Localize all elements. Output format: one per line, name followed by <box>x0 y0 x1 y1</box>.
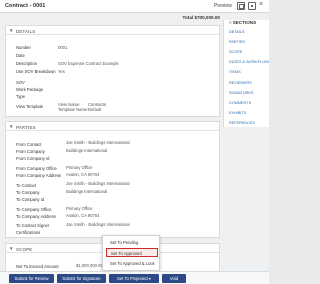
page-header: Contract - 0001 Preview × <box>0 0 269 13</box>
void-button[interactable]: Void <box>162 274 186 283</box>
template-name-value: Default <box>88 107 102 112</box>
field-label: Type <box>16 94 26 99</box>
field-value: Avalon, CA 90704 <box>66 213 100 218</box>
field-label: To Contact Signer <box>16 223 50 228</box>
field-label: From Contact <box>16 142 42 147</box>
field-label: From Company <box>16 149 45 154</box>
details-section-header[interactable]: ▼ DETAILS <box>6 26 219 35</box>
field-label: Use SOV Breakdown <box>16 69 56 74</box>
details-section: ▼ DETAILS Number 0001 Date Description S… <box>5 25 220 117</box>
field-value: Avalon, CA 90704 <box>66 172 100 177</box>
field-label: Not To Exceed Amount <box>16 264 59 269</box>
field-label: SOV <box>16 80 25 85</box>
field-label: To Company Id <box>16 197 45 202</box>
template-name-label: Template Name: <box>58 107 89 112</box>
field-label: To Company <box>16 190 40 195</box>
nav-item-items[interactable]: ITEMS <box>229 70 241 74</box>
field-label: Certifications <box>16 230 41 235</box>
print-icon[interactable] <box>248 2 256 10</box>
nav-item-reviewers[interactable]: REVIEWERS <box>229 81 252 85</box>
preview-link[interactable]: Preview <box>214 3 232 9</box>
contract-window: Contract - 0001 Preview × Total $700,000… <box>0 0 269 284</box>
field-value: Yes <box>58 69 65 74</box>
chevron-left-icon[interactable]: < <box>229 20 232 25</box>
field-label: To Company Office <box>16 207 52 212</box>
submit-for-signature-button[interactable]: Submit for Signature <box>57 274 106 283</box>
field-label: Number <box>16 45 31 50</box>
field-value: Joe Smith - Buildings International <box>66 140 130 145</box>
field-label: Work Package <box>16 87 44 92</box>
scope-section-title: SCOPE <box>16 246 33 252</box>
details-section-title: DETAILS <box>16 28 36 34</box>
submit-for-review-button[interactable]: Submit for Review <box>9 274 54 283</box>
field-value: 0001 <box>58 45 68 50</box>
set-to-projected-label: Set To Projected <box>117 276 148 281</box>
chevron-down-icon[interactable]: ▼ <box>9 124 13 129</box>
sections-nav: <SECTIONS DETAILS PARTIES SCOPE DATES & … <box>223 20 269 127</box>
field-label: From Company Office <box>16 166 57 171</box>
sections-nav-title: SECTIONS <box>232 20 257 25</box>
view-template-label: View Template <box>16 104 44 109</box>
parties-section-title: PARTIES <box>16 124 36 130</box>
field-label: Description <box>16 61 37 66</box>
nav-item-parties[interactable]: PARTIES <box>229 40 245 44</box>
chevron-down-icon[interactable]: ▼ <box>9 28 13 33</box>
menu-item-set-to-approved-lock[interactable]: Set To Approved & Lock <box>106 259 158 268</box>
menu-item-set-to-pending[interactable]: Set To Pending <box>106 238 158 247</box>
page-title: Contract - 0001 <box>5 3 46 9</box>
nav-item-scope[interactable]: SCOPE <box>229 50 242 54</box>
nav-item-exhibits[interactable]: EXHIBITS <box>229 111 246 115</box>
field-value: Buildings International <box>66 189 108 194</box>
action-bar: Submit for Review Submit for Signature S… <box>0 271 269 284</box>
close-icon[interactable]: × <box>259 1 263 8</box>
field-value: SOV Expense Contract Example <box>58 61 119 66</box>
nav-item-references[interactable]: REFERENCES <box>229 121 255 125</box>
field-label: To Company Address <box>16 214 56 219</box>
nav-item-dates-workflow[interactable]: DATES & WORKFLOW <box>229 60 269 64</box>
field-value: Buildings International <box>66 148 108 153</box>
field-label: From Company Id <box>16 156 50 161</box>
nav-item-comments[interactable]: COMMENTS <box>229 101 251 105</box>
field-label: From Company Address <box>16 173 62 178</box>
nav-item-signatures[interactable]: SIGNATURES <box>229 91 253 95</box>
menu-item-set-to-approved[interactable]: Set To Approved <box>106 248 158 257</box>
field-value: Joe Smith - Buildings International <box>66 181 130 186</box>
field-value: $1,000,000.00 <box>76 263 103 268</box>
status-dropdown-menu: Set To Pending Set To Approved Set To Ap… <box>102 235 160 271</box>
field-value: Primary Office <box>66 206 93 211</box>
set-to-projected-button[interactable]: Set To Projected ▾ <box>109 274 159 283</box>
field-label: To Contact <box>16 183 37 188</box>
field-value: Primary Office <box>66 165 93 170</box>
parties-section: ▼ PARTIES From Contact Joe Smith - Build… <box>5 121 220 238</box>
sections-nav-heading[interactable]: <SECTIONS <box>229 20 256 25</box>
popout-icon[interactable] <box>237 2 245 10</box>
chevron-down-icon: ▾ <box>148 276 151 281</box>
chevron-down-icon[interactable]: ▼ <box>9 246 13 251</box>
field-label: Date <box>16 53 25 58</box>
nav-item-details[interactable]: DETAILS <box>229 30 245 34</box>
parties-section-header[interactable]: ▼ PARTIES <box>6 122 219 131</box>
contract-total: Total $700,000.00 <box>182 15 220 20</box>
field-value: Joe Smith - Buildings International <box>66 222 130 227</box>
